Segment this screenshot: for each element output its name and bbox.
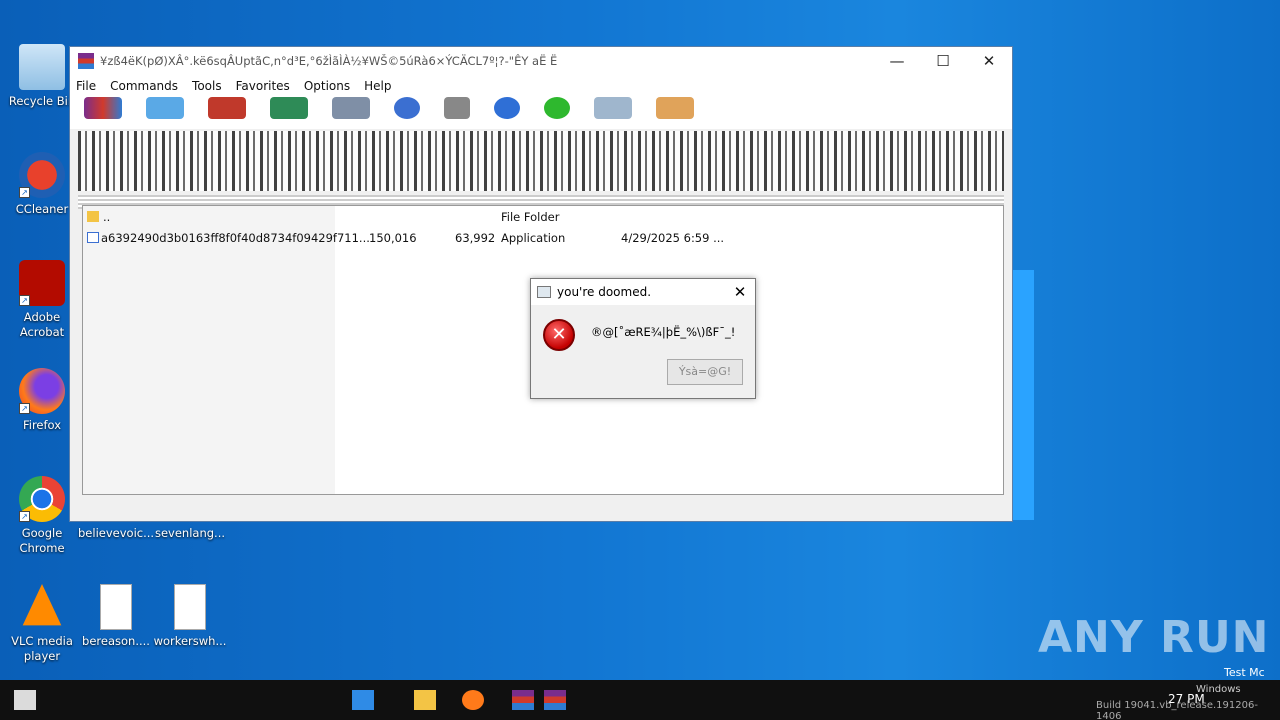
menu-bar: File Commands Tools Favorites Options He… <box>70 75 1012 97</box>
file-name: a6392490d3b0163ff8f0f40d8734f09429f711..… <box>101 231 370 245</box>
maximize-button[interactable]: ☐ <box>920 47 966 75</box>
edge-icon[interactable] <box>352 690 374 710</box>
shortcut-arrow-icon: ↗ <box>19 295 30 306</box>
window-titlebar[interactable]: ¥zß4ëK(pØ)XÂ°.kë6sqÂUptãC,n°d³E,°6žÌãÌÀ½… <box>70 47 1012 75</box>
chrome-icon: ↗ <box>19 476 65 522</box>
menu-help[interactable]: Help <box>364 79 391 93</box>
dialog-window-icon <box>537 286 551 298</box>
desktop-icon-label: believevoic... <box>78 526 155 540</box>
build-label: Build 19041.vb_release.191206-1406 <box>1096 700 1258 720</box>
desktop-icon-label: bereason.... <box>82 634 150 648</box>
winrar-taskbar-icon-2[interactable] <box>544 690 566 710</box>
shortcut-arrow-icon: ↗ <box>19 511 30 522</box>
delete-icon[interactable] <box>332 97 370 119</box>
file-modified: 4/29/2025 6:59 ... <box>621 231 725 245</box>
shortcut-arrow-icon: ↗ <box>19 403 30 414</box>
table-row[interactable]: .. File Folder <box>83 208 1003 226</box>
file-size: 150,016 <box>369 231 417 245</box>
file-name: .. <box>103 210 111 224</box>
comment-icon[interactable] <box>594 97 632 119</box>
corrupted-render-area <box>78 131 1004 191</box>
table-row[interactable]: a6392490d3b0163ff8f0f40d8734f09429f711..… <box>83 229 1003 247</box>
acrobat-icon: ↗ <box>19 260 65 306</box>
vlc-icon <box>22 584 62 626</box>
desktop-icon-label: sevenlang... <box>154 526 226 540</box>
toolbar <box>70 97 1012 129</box>
file-type: File Folder <box>501 210 560 224</box>
find-icon[interactable] <box>394 97 420 119</box>
folder-icon <box>87 211 99 222</box>
menu-tools[interactable]: Tools <box>192 79 222 93</box>
window-title: ¥zß4ëK(pØ)XÂ°.kë6sqÂUptãC,n°d³E,°6žÌãÌÀ½… <box>100 54 558 68</box>
image-file-icon <box>174 584 206 630</box>
dialog-title: you're doomed. <box>557 285 652 299</box>
error-icon: ✕ <box>543 319 575 351</box>
wizard-icon[interactable] <box>444 97 470 119</box>
desktop-icon-bereason[interactable]: bereason.... <box>78 584 154 649</box>
info-icon[interactable] <box>494 97 520 119</box>
menu-file[interactable]: File <box>76 79 96 93</box>
application-icon <box>87 232 99 243</box>
add-icon[interactable] <box>84 97 122 119</box>
desktop-icon-label: VLC media player <box>11 634 73 663</box>
virus-scan-icon[interactable] <box>544 97 570 119</box>
test-icon[interactable] <box>208 97 246 119</box>
taskbar: 27 PM <box>0 680 1280 720</box>
firefox-icon: ↗ <box>19 368 65 414</box>
file-list-name-column <box>83 206 335 494</box>
desktop-icon-vlc[interactable]: VLC media player <box>4 584 80 664</box>
recycle-bin-icon <box>19 44 65 90</box>
close-button[interactable]: ✕ <box>966 47 1012 75</box>
extract-icon[interactable] <box>146 97 184 119</box>
explorer-icon[interactable] <box>414 690 436 710</box>
menu-commands[interactable]: Commands <box>110 79 178 93</box>
winrar-taskbar-icon[interactable] <box>512 690 534 710</box>
minimize-button[interactable]: — <box>874 47 920 75</box>
error-dialog[interactable]: you're doomed. ✕ ✕ ®@[˚æRE¾|þË_%\)ßF¯_! … <box>530 278 756 399</box>
image-file-icon <box>100 584 132 630</box>
menu-options[interactable]: Options <box>304 79 350 93</box>
winrar-app-icon <box>78 53 94 69</box>
start-icon[interactable] <box>14 690 36 710</box>
anyrun-watermark: ANY RUN <box>1038 612 1270 663</box>
desktop-icon-workerswh[interactable]: workerswh... <box>152 584 228 649</box>
menu-favorites[interactable]: Favorites <box>236 79 290 93</box>
view-icon[interactable] <box>270 97 308 119</box>
dialog-ok-button[interactable]: Ýsà=@G! <box>667 359 743 385</box>
firefox-taskbar-icon[interactable] <box>462 690 484 710</box>
desktop-icon-label: Google Chrome <box>19 526 65 555</box>
dialog-close-button[interactable]: ✕ <box>725 283 755 301</box>
ccleaner-icon: ↗ <box>19 152 65 198</box>
sfx-icon[interactable] <box>656 97 694 119</box>
windows-label: Windows <box>1196 684 1241 695</box>
file-packed: 63,992 <box>455 231 496 245</box>
file-type: Application <box>501 231 566 245</box>
desktop-icon-label: workerswh... <box>153 634 227 648</box>
user-name-label: Test Mc <box>1224 666 1265 679</box>
dialog-message: ®@[˚æRE¾|þË_%\)ßF¯_! <box>591 325 736 339</box>
shortcut-arrow-icon: ↗ <box>19 187 30 198</box>
dialog-titlebar[interactable]: you're doomed. ✕ <box>531 279 755 305</box>
desktop-glow <box>1010 270 1034 520</box>
